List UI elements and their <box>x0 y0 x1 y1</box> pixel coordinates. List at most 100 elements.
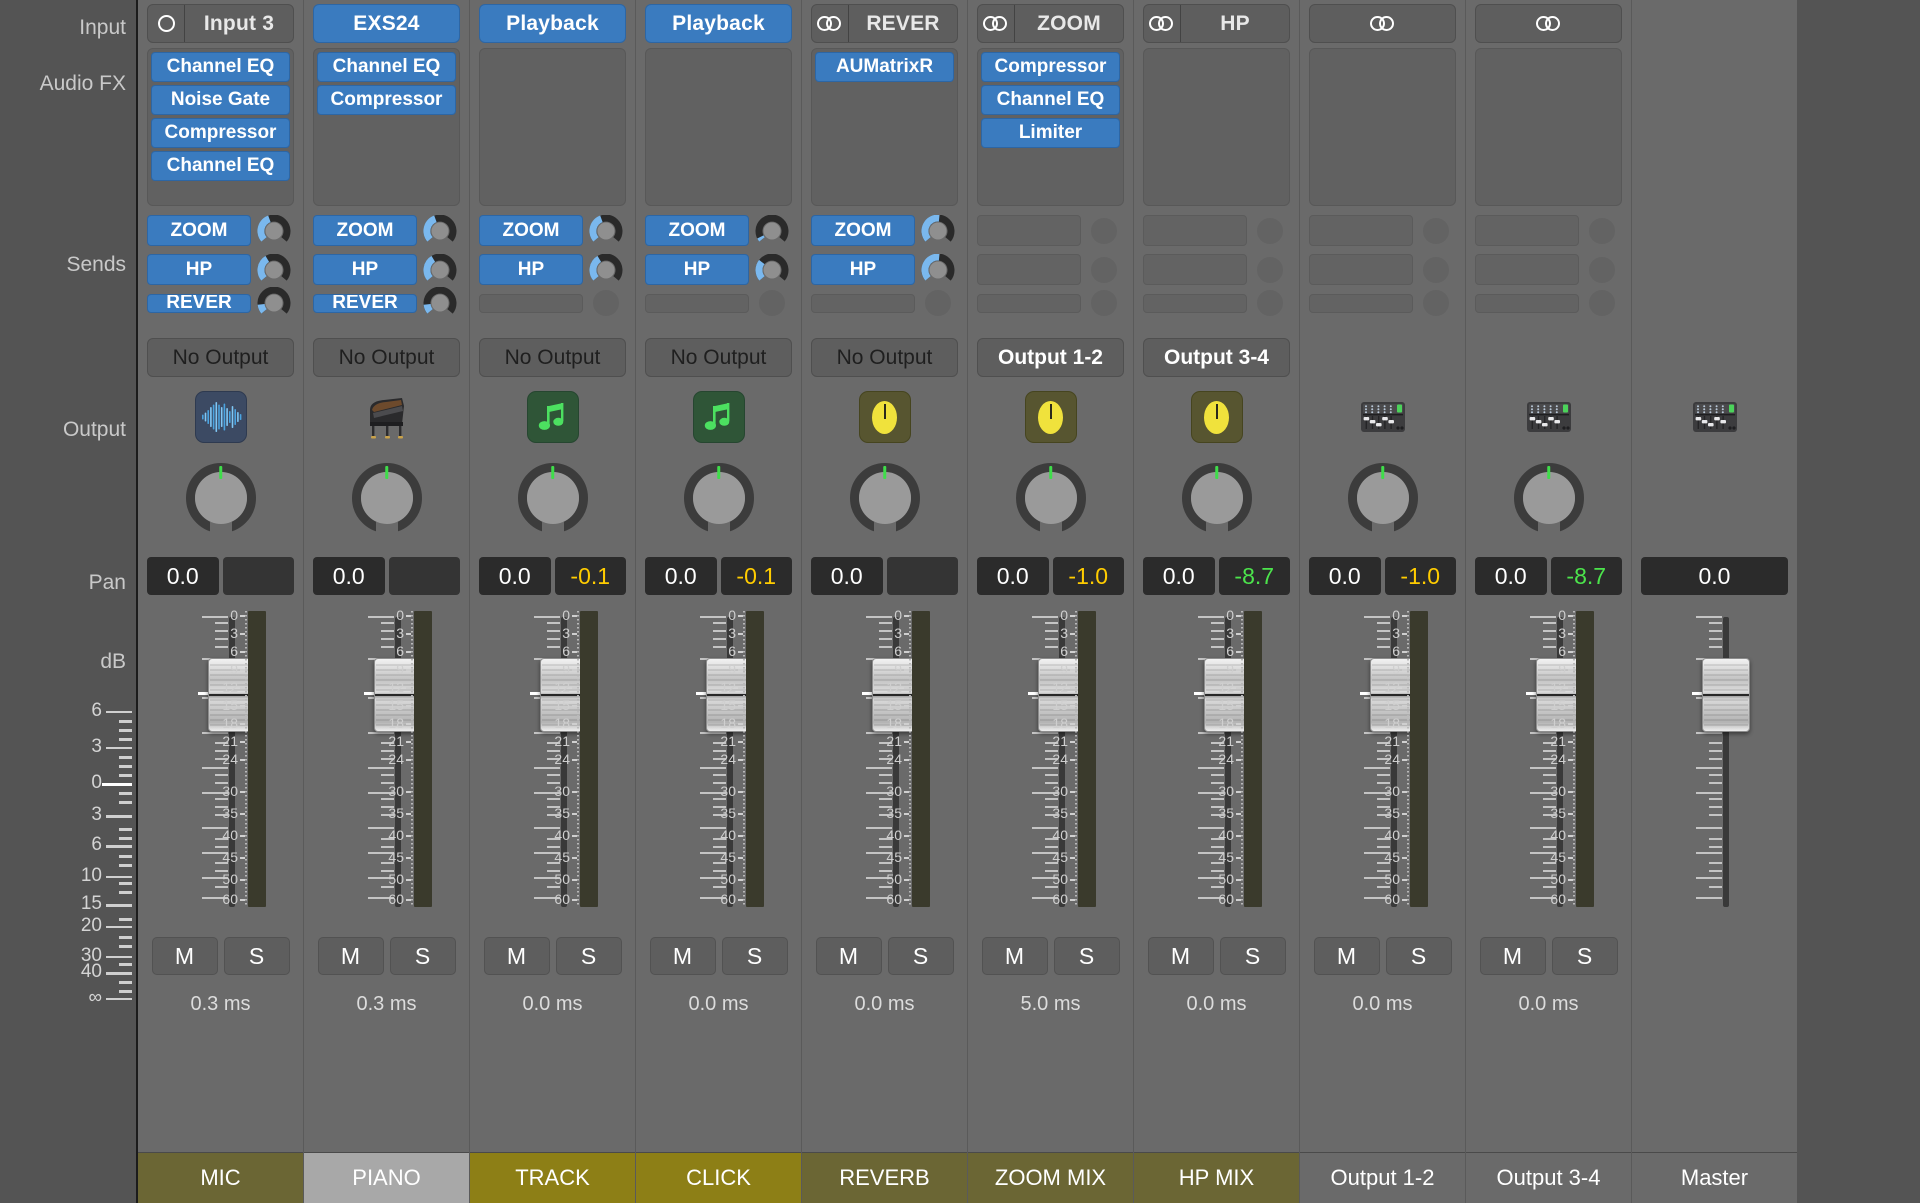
input-slot[interactable]: HP <box>1143 4 1290 43</box>
send-destination[interactable]: HP <box>147 254 251 285</box>
mute-button[interactable]: M <box>649 937 716 975</box>
solo-button[interactable]: S <box>389 937 456 975</box>
volume-value[interactable]: 0.0 <box>479 557 551 595</box>
send-level-knob[interactable] <box>1582 214 1622 248</box>
send-destination[interactable] <box>479 293 583 313</box>
level-meter-bar[interactable] <box>580 611 598 907</box>
channel-icon-row[interactable] <box>968 384 1133 450</box>
pan-knob[interactable] <box>1513 463 1584 534</box>
send-destination[interactable]: ZOOM <box>645 215 749 246</box>
send-level-knob[interactable] <box>420 253 460 287</box>
level-meter-bar[interactable] <box>1244 611 1262 907</box>
pan-knob[interactable] <box>185 463 256 534</box>
pan-knob[interactable] <box>351 463 422 534</box>
level-meter-bar[interactable] <box>414 611 432 907</box>
send-destination[interactable] <box>1475 254 1579 285</box>
peak-value[interactable]: -1.0 <box>1052 557 1124 595</box>
level-meter-bar[interactable] <box>1410 611 1428 907</box>
channel-name-plate[interactable]: REVERB <box>802 1152 967 1203</box>
plugin-slot[interactable]: Compressor <box>317 85 456 115</box>
send-level-knob[interactable] <box>1250 253 1290 287</box>
peak-value[interactable]: -8.7 <box>1550 557 1622 595</box>
channel-name-plate[interactable]: MIC <box>138 1152 303 1203</box>
peak-value[interactable] <box>886 557 958 595</box>
channel-name-plate[interactable]: Output 3-4 <box>1466 1152 1631 1203</box>
output-slot[interactable]: No Output <box>645 338 792 377</box>
peak-value[interactable] <box>388 557 460 595</box>
volume-value[interactable]: 0.0 <box>1143 557 1215 595</box>
input-slot[interactable] <box>1309 4 1456 43</box>
pan-knob[interactable] <box>1347 463 1418 534</box>
plugin-slot[interactable]: Channel EQ <box>981 85 1120 115</box>
solo-button[interactable]: S <box>1385 937 1452 975</box>
send-destination[interactable]: ZOOM <box>811 215 915 246</box>
channel-icon-row[interactable] <box>138 384 303 450</box>
level-meter-bar[interactable] <box>248 611 266 907</box>
send-level-knob[interactable] <box>254 214 294 248</box>
plugin-slot[interactable]: Compressor <box>151 118 290 148</box>
channel-name-plate[interactable]: HP MIX <box>1134 1152 1299 1203</box>
solo-button[interactable]: S <box>223 937 290 975</box>
peak-value[interactable]: -0.1 <box>720 557 792 595</box>
solo-button[interactable]: S <box>1219 937 1286 975</box>
peak-value[interactable]: -1.0 <box>1384 557 1456 595</box>
send-destination[interactable] <box>1143 254 1247 285</box>
channel-icon-row[interactable] <box>1300 384 1465 450</box>
input-slot[interactable]: Playback <box>479 4 626 43</box>
volume-value[interactable]: 0.0 <box>645 557 717 595</box>
output-slot[interactable]: No Output <box>811 338 958 377</box>
volume-value[interactable]: 0.0 <box>977 557 1049 595</box>
mute-button[interactable]: M <box>1313 937 1380 975</box>
audio-fx-slots[interactable] <box>1143 48 1290 206</box>
level-meter-bar[interactable] <box>1078 611 1096 907</box>
send-destination[interactable] <box>645 293 749 313</box>
channel-name-plate[interactable]: Output 1-2 <box>1300 1152 1465 1203</box>
send-destination[interactable]: REVER <box>313 293 417 313</box>
plugin-slot[interactable]: Noise Gate <box>151 85 290 115</box>
audio-fx-slots[interactable]: Compressor Channel EQ Limiter <box>977 48 1124 206</box>
output-slot[interactable]: Output 3-4 <box>1143 338 1290 377</box>
send-destination[interactable] <box>977 215 1081 246</box>
solo-button[interactable]: S <box>887 937 954 975</box>
output-slot[interactable]: No Output <box>479 338 626 377</box>
level-meter-bar[interactable] <box>1576 611 1594 907</box>
send-level-knob[interactable] <box>1250 290 1290 316</box>
pan-knob[interactable] <box>683 463 754 534</box>
send-level-knob[interactable] <box>918 253 958 287</box>
channel-icon-row[interactable] <box>636 384 801 450</box>
plugin-slot[interactable]: AUMatrixR <box>815 52 954 82</box>
send-level-knob[interactable] <box>420 287 460 314</box>
volume-value[interactable]: 0.0 <box>147 557 219 595</box>
send-destination[interactable] <box>1143 293 1247 313</box>
plugin-slot[interactable]: Channel EQ <box>151 52 290 82</box>
solo-button[interactable]: S <box>1053 937 1120 975</box>
send-destination[interactable]: HP <box>811 254 915 285</box>
pan-knob[interactable] <box>1181 463 1252 534</box>
send-level-knob[interactable] <box>752 290 792 316</box>
send-level-knob[interactable] <box>254 287 294 314</box>
send-destination[interactable] <box>1475 215 1579 246</box>
audio-fx-slots[interactable]: AUMatrixR <box>811 48 958 206</box>
send-level-knob[interactable] <box>1250 214 1290 248</box>
channel-name-plate[interactable]: Master <box>1632 1152 1797 1203</box>
send-level-knob[interactable] <box>586 253 626 287</box>
send-level-knob[interactable] <box>752 214 792 248</box>
channel-icon-row[interactable] <box>1134 384 1299 450</box>
channel-icon-row[interactable] <box>1466 384 1631 450</box>
pan-knob[interactable] <box>517 463 588 534</box>
audio-fx-slots[interactable] <box>479 48 626 206</box>
send-level-knob[interactable] <box>1084 253 1124 287</box>
pan-knob[interactable] <box>849 463 920 534</box>
send-destination[interactable] <box>1143 215 1247 246</box>
audio-fx-slots[interactable]: Channel EQ Noise Gate Compressor Channel EQ <box>147 48 294 206</box>
pan-knob[interactable] <box>1015 463 1086 534</box>
volume-value[interactable]: 0.0 <box>1475 557 1547 595</box>
input-slot[interactable]: ZOOM <box>977 4 1124 43</box>
send-level-knob[interactable] <box>1416 290 1456 316</box>
audio-fx-slots[interactable] <box>1475 48 1622 206</box>
audio-fx-slots[interactable] <box>1309 48 1456 206</box>
channel-icon-row[interactable] <box>470 384 635 450</box>
send-level-knob[interactable] <box>586 290 626 316</box>
send-destination[interactable] <box>811 293 915 313</box>
plugin-slot[interactable]: Channel EQ <box>317 52 456 82</box>
